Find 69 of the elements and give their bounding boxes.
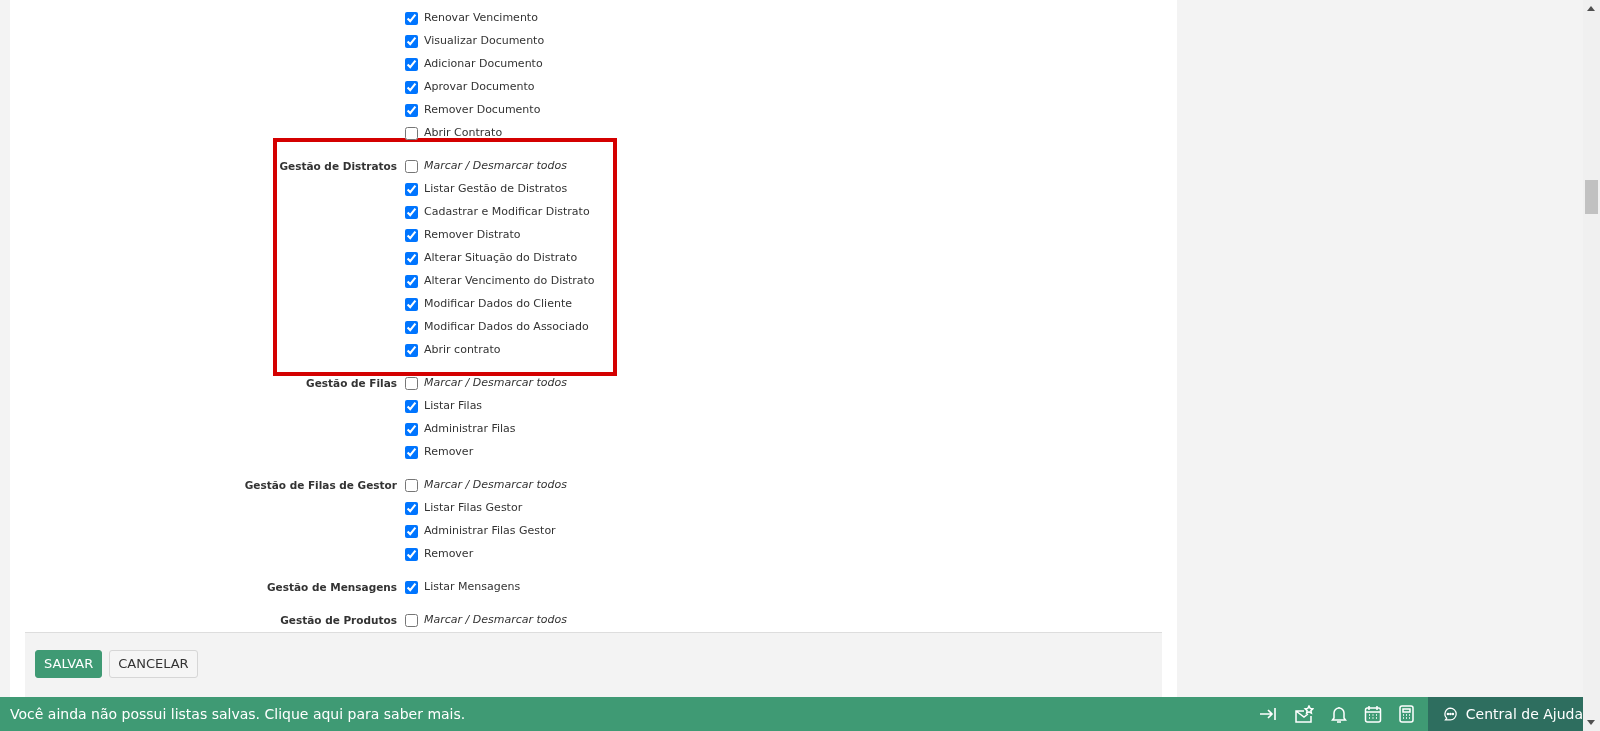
permission-label: Adicionar Documento — [424, 56, 543, 73]
save-button[interactable]: SALVAR — [35, 650, 103, 678]
checkbox[interactable] — [405, 229, 418, 242]
saved-lists-message[interactable]: Você ainda não possui listas salvas. Clique aqui para saber mais. — [0, 703, 1259, 725]
scroll-up-arrow-icon[interactable] — [1587, 6, 1595, 11]
cancel-button[interactable]: CANCELAR — [109, 650, 198, 678]
permission-label: Listar Filas Gestor — [424, 500, 523, 517]
permission-label: Abrir Contrato — [424, 125, 503, 142]
checkbox[interactable] — [405, 275, 418, 288]
scrollbar-thumb[interactable] — [1585, 180, 1598, 214]
permission-label: Abrir contrato — [424, 342, 501, 359]
checkbox[interactable] — [405, 252, 418, 265]
checkbox[interactable] — [405, 35, 418, 48]
permission-label: Listar Filas — [424, 398, 483, 415]
permission-label: Administrar Filas Gestor — [424, 523, 556, 540]
envelope-star-icon[interactable] — [1294, 705, 1314, 723]
checkbox[interactable] — [405, 160, 418, 173]
checkbox[interactable] — [405, 81, 418, 94]
calendar-icon[interactable] — [1364, 705, 1382, 723]
toggle-all-label: Marcar / Desmarcar todos — [424, 612, 567, 629]
checkbox[interactable] — [405, 446, 418, 459]
permission-label: Administrar Filas — [424, 421, 516, 438]
permission-label: Visualizar Documento — [424, 33, 545, 50]
checkbox[interactable] — [405, 183, 418, 196]
section-label: Gestão de Filas — [306, 376, 397, 391]
permission-label: Listar Mensagens — [424, 579, 521, 596]
checkbox[interactable] — [405, 423, 418, 436]
scroll-down-arrow-icon[interactable] — [1587, 720, 1595, 725]
checkbox[interactable] — [405, 344, 418, 357]
calculator-icon[interactable] — [1399, 705, 1414, 723]
permission-label: Listar Gestão de Distratos — [424, 181, 568, 198]
permission-label: Aprovar Documento — [424, 79, 535, 96]
section-label: Gestão de Distratos — [279, 159, 397, 174]
checkbox[interactable] — [405, 104, 418, 117]
permission-label: Remover Distrato — [424, 227, 521, 244]
checkbox[interactable] — [405, 502, 418, 515]
collapse-to-right-icon[interactable] — [1259, 707, 1277, 721]
toggle-all-label: Marcar / Desmarcar todos — [424, 158, 567, 175]
permission-label: Remover — [424, 546, 474, 563]
checkbox[interactable] — [405, 298, 418, 311]
checkbox[interactable] — [405, 479, 418, 492]
checkbox[interactable] — [405, 525, 418, 538]
permission-label: Renovar Vencimento — [424, 10, 538, 27]
checkbox[interactable] — [405, 614, 418, 627]
toggle-all-label: Marcar / Desmarcar todos — [424, 477, 567, 494]
section-label: Gestão de Mensagens — [267, 580, 397, 595]
bell-icon[interactable] — [1331, 705, 1347, 723]
chat-bubble-icon — [1443, 705, 1458, 723]
checkbox[interactable] — [405, 206, 418, 219]
section-label: Gestão de Produtos — [280, 613, 397, 628]
scrollbar[interactable] — [1583, 0, 1600, 731]
checkbox[interactable] — [405, 581, 418, 594]
permission-label: Modificar Dados do Associado — [424, 319, 589, 336]
checkbox[interactable] — [405, 127, 418, 140]
permission-label: Alterar Vencimento do Distrato — [424, 273, 595, 290]
permission-label: Modificar Dados do Cliente — [424, 296, 572, 313]
section-label: Gestão de Filas de Gestor — [244, 478, 397, 493]
checkbox[interactable] — [405, 58, 418, 71]
permission-label: Remover — [424, 444, 474, 461]
permission-label: Cadastrar e Modificar Distrato — [424, 204, 590, 221]
checkbox[interactable] — [405, 12, 418, 25]
checkbox[interactable] — [405, 400, 418, 413]
checkbox[interactable] — [405, 377, 418, 390]
checkbox[interactable] — [405, 321, 418, 334]
help-center-button[interactable]: Central de Ajuda — [1428, 697, 1583, 731]
toggle-all-label: Marcar / Desmarcar todos — [424, 375, 567, 392]
permission-label: Alterar Situação do Distrato — [424, 250, 578, 267]
permission-label: Remover Documento — [424, 102, 541, 119]
checkbox[interactable] — [405, 548, 418, 561]
